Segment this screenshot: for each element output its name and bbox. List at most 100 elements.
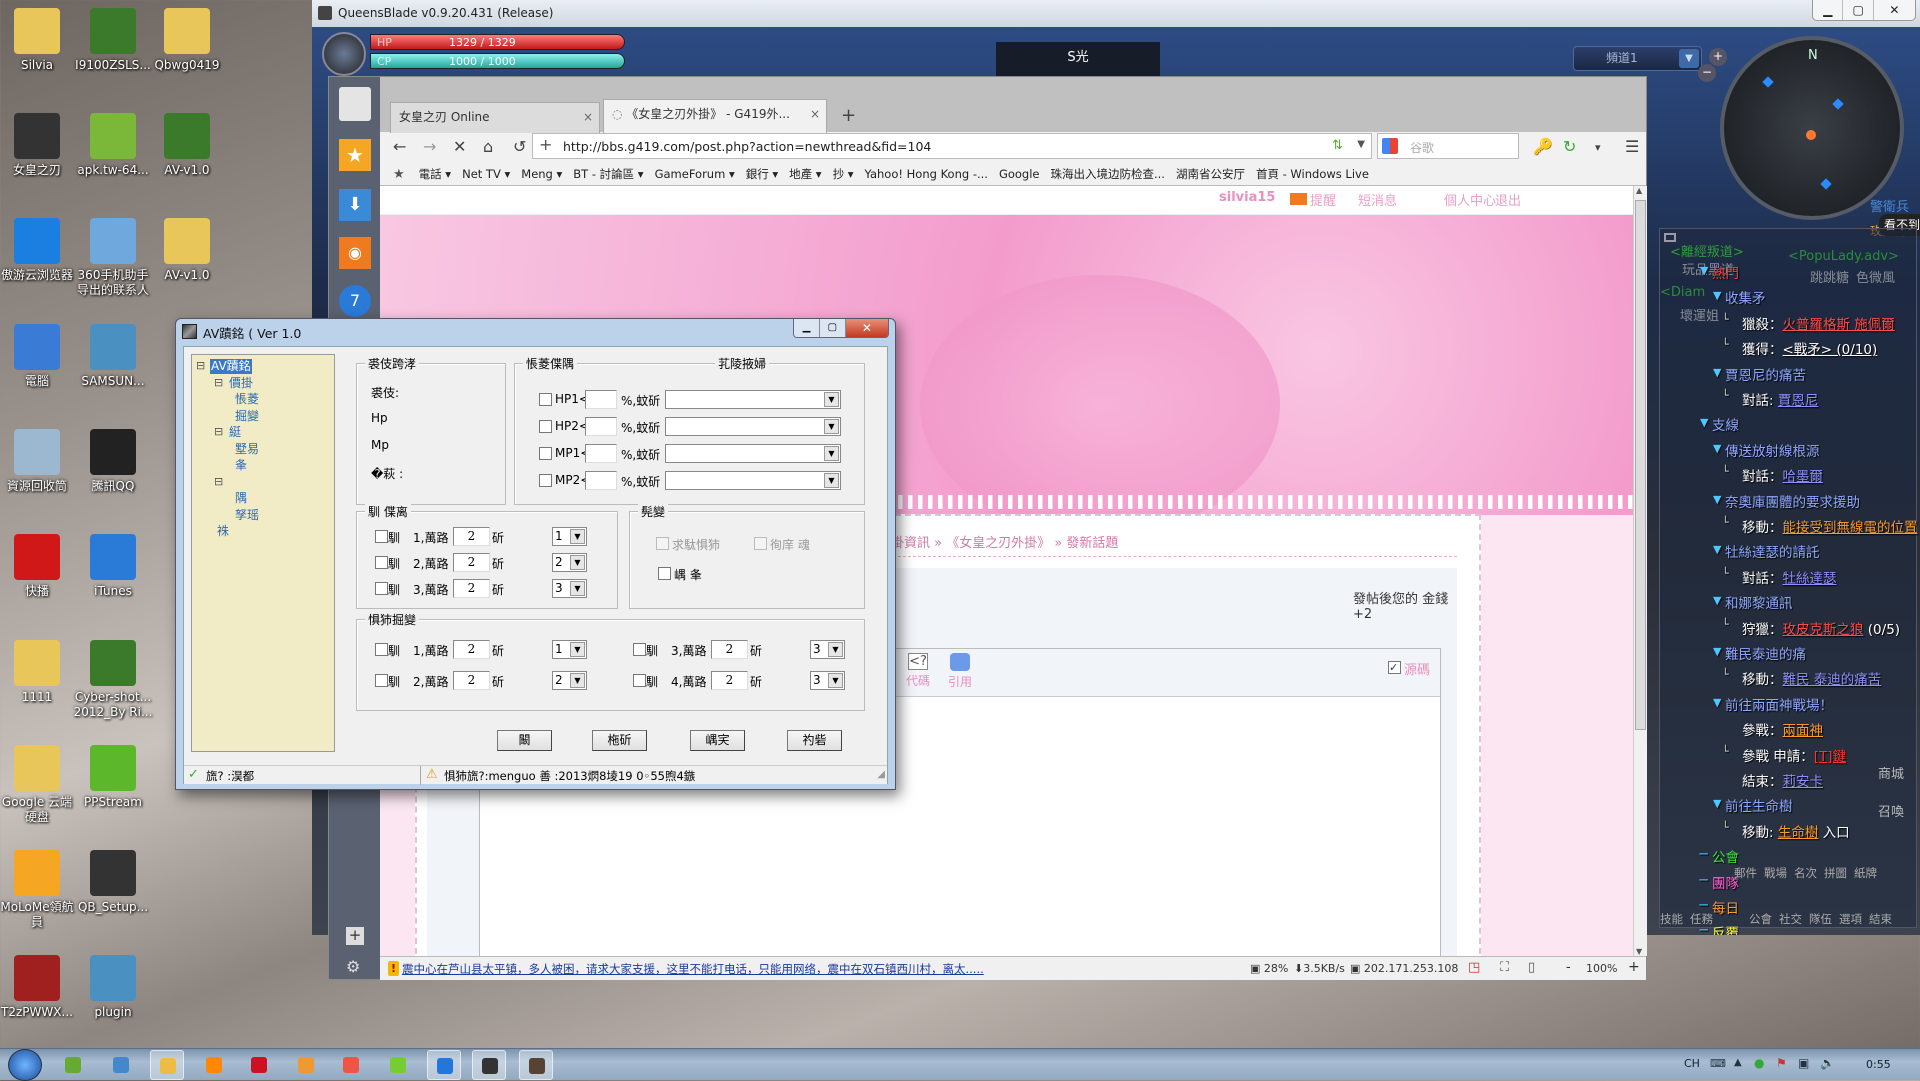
zoom-out-icon[interactable]: −	[1698, 64, 1716, 82]
resize-grip-icon[interactable]: ◢	[877, 769, 885, 780]
game-menu-button[interactable]: 拼圖	[1824, 865, 1847, 881]
game-title-bar[interactable]: QueensBlade v0.9.20.431 (Release) ▁ ▢ ✕	[312, 0, 1920, 27]
gear-icon[interactable]: ⚙	[346, 957, 360, 976]
quest-row[interactable]: └ 對話：牡絲達瑟	[1660, 567, 1918, 589]
game-menu-button[interactable]: 公會	[1749, 911, 1772, 927]
quest-row[interactable]: └ 移動：能接受到無線電的位置	[1660, 516, 1918, 538]
start-button[interactable]	[8, 1049, 42, 1081]
taskbar-button[interactable]	[381, 1050, 415, 1080]
game-menu-button[interactable]: 選項	[1839, 911, 1862, 927]
quest-title[interactable]: 傳送放射線根源	[1725, 440, 1820, 460]
item-select[interactable]: ▼	[665, 417, 841, 436]
scrollbar-thumb[interactable]	[1635, 200, 1646, 730]
objective-target[interactable]: 玫皮克斯之狼	[1783, 622, 1864, 638]
objective-target[interactable]: 生命樹	[1778, 825, 1819, 841]
quest-title[interactable]: 前往生命樹	[1725, 795, 1793, 815]
desktop-icon[interactable]: 電腦	[0, 324, 77, 389]
quest-row[interactable]: ▼ 賈恩尼的痛苦	[1660, 364, 1918, 386]
input-language[interactable]: CH	[1684, 1057, 1700, 1070]
expand-triangle-icon[interactable]: ▼	[1700, 416, 1708, 429]
expand-triangle-icon[interactable]: ▼	[1713, 696, 1721, 709]
notifications-link[interactable]: 提醒	[1310, 190, 1336, 209]
rss-icon[interactable]: ◉	[339, 237, 371, 269]
favorites-star-icon[interactable]: ★	[339, 139, 371, 171]
chevron-down-icon[interactable]: ▼	[824, 392, 839, 407]
chevron-down-icon[interactable]: ▼	[824, 419, 839, 434]
taskbar-button[interactable]	[472, 1050, 506, 1080]
skill-checkbox[interactable]	[375, 643, 388, 656]
taskbar-button[interactable]	[427, 1050, 461, 1080]
google-icon[interactable]	[1382, 138, 1398, 154]
chevron-down-icon[interactable]: ▼	[570, 581, 585, 596]
action-center-icon[interactable]: ⚑	[1776, 1056, 1787, 1070]
minimize-icon[interactable]: ▁	[794, 319, 819, 337]
key-select[interactable]: 3 ▼	[552, 579, 587, 598]
quest-row[interactable]: └ 獵殺：火普羅格斯 施佩爾	[1660, 313, 1918, 335]
bookmark-item[interactable]: GameForum ▾	[655, 167, 735, 181]
quest-row[interactable]: └ 狩獵：玫皮克斯之狼 (0/5)	[1660, 618, 1918, 640]
tree-item[interactable]: 價掛	[228, 376, 254, 391]
item-select[interactable]: ▼	[665, 390, 841, 409]
skill-checkbox[interactable]	[375, 582, 388, 595]
quest-row[interactable]: ▼ 奈奧庫團體的要求援助	[1660, 491, 1918, 513]
volume-icon[interactable]: 🔈	[1820, 1056, 1835, 1070]
desktop-icon[interactable]: QB_Setup...	[73, 850, 153, 915]
zoom-out-button[interactable]: -	[1566, 960, 1571, 975]
quest-row[interactable]: ▼ 前往兩面神戰場！	[1660, 694, 1918, 716]
threshold-input[interactable]	[585, 390, 617, 409]
desktop-icon[interactable]: Qbwg0419	[147, 8, 227, 73]
game-menu-button[interactable]: 隊伍	[1809, 911, 1832, 927]
chevron-down-icon[interactable]: ▼	[828, 673, 843, 688]
bookmark-item[interactable]: Yahoo! Hong Kong -...	[865, 167, 988, 181]
taskbar-button[interactable]	[242, 1050, 276, 1080]
chevron-down-icon[interactable]: ▼	[570, 555, 585, 570]
bookmark-item[interactable]: Meng ▾	[521, 167, 562, 181]
username-link[interactable]: silvia15	[1219, 190, 1275, 205]
av-tool-dialog[interactable]: AV蹟銘 ( Ver 1.0 ▁ ▢ ✕ ⊟ AV蹟銘 ⊟ 價掛 悵菱 掘變 ⊟ 綎墅易夆 ⊟ 隅…	[175, 318, 896, 790]
interval-input[interactable]: 2	[711, 640, 748, 659]
quest-title[interactable]: 牡絲達瑟的請託	[1725, 541, 1820, 561]
desktop-icon[interactable]: Cyber-shot... 2012_By Ri...	[73, 640, 153, 720]
key-select[interactable]: 3 ▼	[810, 671, 845, 690]
tree-item[interactable]: 隅	[234, 491, 248, 506]
split-view-icon[interactable]: ▯	[1528, 960, 1535, 975]
option-checkbox[interactable]	[658, 567, 671, 580]
desktop-icon[interactable]: 騰訊QQ	[73, 429, 153, 494]
desktop-icon[interactable]: Google 云端硬盘	[0, 745, 77, 825]
tree-collapse-icon[interactable]: ⊟	[214, 425, 223, 438]
dialog-button[interactable]: 闞	[497, 730, 552, 751]
desktop-icon[interactable]: SAMSUN...	[73, 324, 153, 389]
dialog-button[interactable]: 礿砦	[787, 730, 842, 751]
interval-input[interactable]: 2	[453, 579, 490, 598]
game-menu-button[interactable]: 郵件	[1734, 865, 1757, 881]
tree-item[interactable]: 夆	[234, 458, 248, 473]
expand-triangle-icon[interactable]: ▼	[1700, 264, 1708, 277]
tree-item[interactable]: 掘變	[234, 409, 260, 424]
expand-triangle-icon[interactable]: ▼	[1713, 289, 1721, 302]
quote-button[interactable]: 引用	[948, 653, 972, 690]
interval-input[interactable]: 2	[453, 671, 490, 690]
new-tab-button[interactable]: +	[841, 105, 856, 126]
chevron-down-icon[interactable]: ▼	[1679, 49, 1699, 68]
news-ticker-link[interactable]: 震中心在芦山县太平镇，多人被困，请求大家支援，这里不能打电话，只能用网络，震中在…	[402, 961, 984, 977]
home-icon[interactable]: ⌂	[483, 137, 493, 156]
tree-item[interactable]: 孥瑶	[234, 508, 260, 523]
objective-target[interactable]: 哈墨爾	[1783, 469, 1824, 485]
quest-row[interactable]: └ 移動：難民 泰迪的痛苦	[1660, 668, 1918, 690]
bookmark-item[interactable]: 地產 ▾	[789, 166, 821, 182]
minimize-icon[interactable]: ▁	[1813, 0, 1842, 20]
user-avatar-icon[interactable]	[339, 87, 371, 121]
chevron-down-icon[interactable]: ▼	[570, 642, 585, 657]
forward-icon[interactable]: →	[423, 137, 436, 156]
desktop-icon[interactable]: 資源回收筒	[0, 429, 77, 494]
messages-link[interactable]: 短消息	[1358, 190, 1397, 209]
expand-triangle-icon[interactable]: ▼	[1713, 366, 1721, 379]
minimap[interactable]: N	[1720, 36, 1904, 220]
channel-dropdown[interactable]: 頻道1 ▼	[1573, 46, 1702, 71]
desktop-icon[interactable]: 傲游云浏览器	[0, 218, 77, 283]
taskbar-button[interactable]	[150, 1050, 184, 1080]
skill-checkbox[interactable]	[375, 556, 388, 569]
objective-target[interactable]: <戰矛> (0/10)	[1783, 342, 1878, 358]
quest-row[interactable]: ▼ 傳送放射線根源	[1660, 440, 1918, 462]
chevron-down-icon[interactable]: ▼	[824, 473, 839, 488]
